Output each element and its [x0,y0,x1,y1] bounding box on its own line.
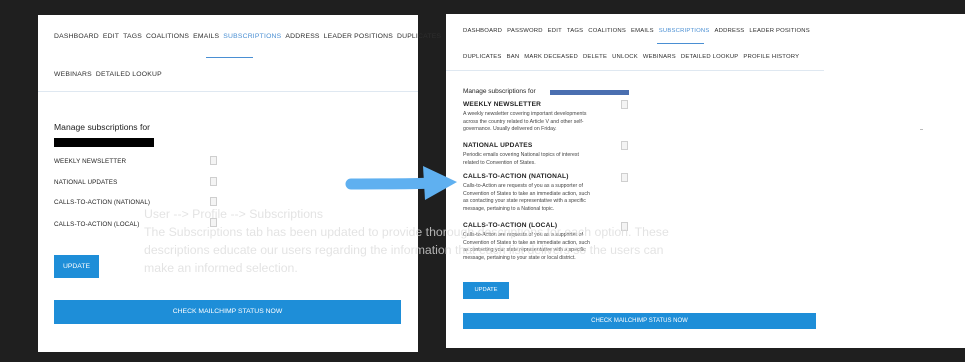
tab-subscriptions[interactable]: SUBSCRIPTIONS [223,33,281,40]
weekly-newsletter-checkbox[interactable] [210,156,217,165]
update-button[interactable]: UPDATE [463,282,509,299]
nav-row-2: WEBINARS DETAILED LOOKUP [54,71,166,78]
tab-duplicates[interactable]: DUPLICATES [397,33,441,40]
weekly-newsletter-title: WEEKLY NEWSLETTER [463,101,542,108]
tab-duplicates[interactable]: DUPLICATES [463,54,502,60]
tab-mark-deceased[interactable]: MARK DECEASED [524,54,578,60]
tab-emails[interactable]: EMAILS [631,28,654,34]
tab-coalitions[interactable]: COALITIONS [146,33,189,40]
tab-password[interactable]: PASSWORD [507,28,543,34]
desc-line: related to Convention of States. [463,159,536,166]
desc-line: Convention of States to take an immediat… [463,190,590,197]
redacted-email [550,90,629,95]
annotation-line: make an informed selection. [144,261,298,275]
national-updates-checkbox[interactable] [210,177,217,186]
active-tab-underline [657,43,704,44]
after-screenshot-panel: DASHBOARD PASSWORD EDIT TAGS COALITIONS … [446,14,824,348]
tab-leader-positions[interactable]: LEADER POSITIONS [749,28,809,34]
weekly-newsletter-checkbox[interactable] [621,100,628,109]
divider [38,91,418,92]
weekly-newsletter-description: A weekly newsletter covering important d… [463,111,613,134]
tab-address[interactable]: ADDRESS [715,28,745,34]
tab-profile-history[interactable]: PROFILE HISTORY [743,54,799,60]
active-tab-underline [206,57,253,58]
tab-coalitions[interactable]: COALITIONS [588,28,626,34]
row-label-cta-local: CALLS-TO-ACTION (LOCAL) [54,221,140,228]
annotation-text: User --> Profile --> Subscriptions The S… [144,205,764,277]
national-updates-title: NATIONAL UPDATES [463,142,533,149]
check-mailchimp-button[interactable]: CHECK MAILCHIMP STATUS NOW [463,313,816,329]
manage-subscriptions-title: Manage subscriptions for [54,122,151,132]
tab-ban[interactable]: BAN [507,54,520,60]
tab-detailed-lookup[interactable]: DETAILED LOOKUP [96,71,162,78]
annotation-line: descriptions educate our users regarding… [144,243,664,257]
desc-line: Calls-to-Action are requests of you as a… [463,183,583,189]
tab-leader-positions[interactable]: LEADER POSITIONS [324,33,393,40]
annotation-line: User --> Profile --> Subscriptions [144,207,324,221]
tab-address[interactable]: ADDRESS [285,33,319,40]
desc-line: Periodic emails covering National topics… [463,152,579,158]
tab-tags[interactable]: TAGS [123,33,142,40]
cta-national-title: CALLS-TO-ACTION (NATIONAL) [463,173,569,180]
national-updates-checkbox[interactable] [621,141,628,150]
manage-subscriptions-title: Manage subscriptions for [463,88,536,95]
tab-emails[interactable]: EMAILS [193,33,219,40]
national-updates-description: Periodic emails covering National topics… [463,152,613,167]
tab-dashboard[interactable]: DASHBOARD [463,28,502,34]
tab-detailed-lookup[interactable]: DETAILED LOOKUP [681,54,739,60]
nav-row-1: DASHBOARD PASSWORD EDIT TAGS COALITIONS … [463,28,815,34]
update-button[interactable]: UPDATE [54,255,99,278]
tab-webinars[interactable]: WEBINARS [54,71,92,78]
divider [446,70,824,71]
cta-national-checkbox[interactable] [621,173,628,182]
tab-edit[interactable]: EDIT [548,28,562,34]
redacted-email [54,138,154,147]
tab-dashboard[interactable]: DASHBOARD [54,33,99,40]
desc-line: A weekly newsletter covering important d… [463,111,587,117]
adjacent-window-edge [824,14,965,348]
row-label-national-updates: NATIONAL UPDATES [54,179,118,186]
divider [920,129,923,130]
annotation-line: The Subscriptions tab has been updated t… [144,225,669,239]
tab-edit[interactable]: EDIT [103,33,119,40]
check-mailchimp-button[interactable]: CHECK MAILCHIMP STATUS NOW [54,300,401,324]
tab-delete[interactable]: DELETE [583,54,607,60]
nav-row-2: DUPLICATES BAN MARK DECEASED DELETE UNLO… [463,54,804,60]
right-arrow-icon [345,166,457,200]
tab-webinars[interactable]: WEBINARS [643,54,676,60]
desc-line: across the country related to Article V … [463,118,584,125]
row-label-cta-national: CALLS-TO-ACTION (NATIONAL) [54,199,151,206]
tab-unlock[interactable]: UNLOCK [612,54,638,60]
row-label-weekly-newsletter: WEEKLY NEWSLETTER [54,158,127,165]
tab-subscriptions[interactable]: SUBSCRIPTIONS [659,28,710,34]
desc-line: governance. Usually delivered on Friday. [463,126,557,133]
tab-tags[interactable]: TAGS [567,28,583,34]
nav-row-1: DASHBOARD EDIT TAGS COALITIONS EMAILS SU… [54,33,445,40]
